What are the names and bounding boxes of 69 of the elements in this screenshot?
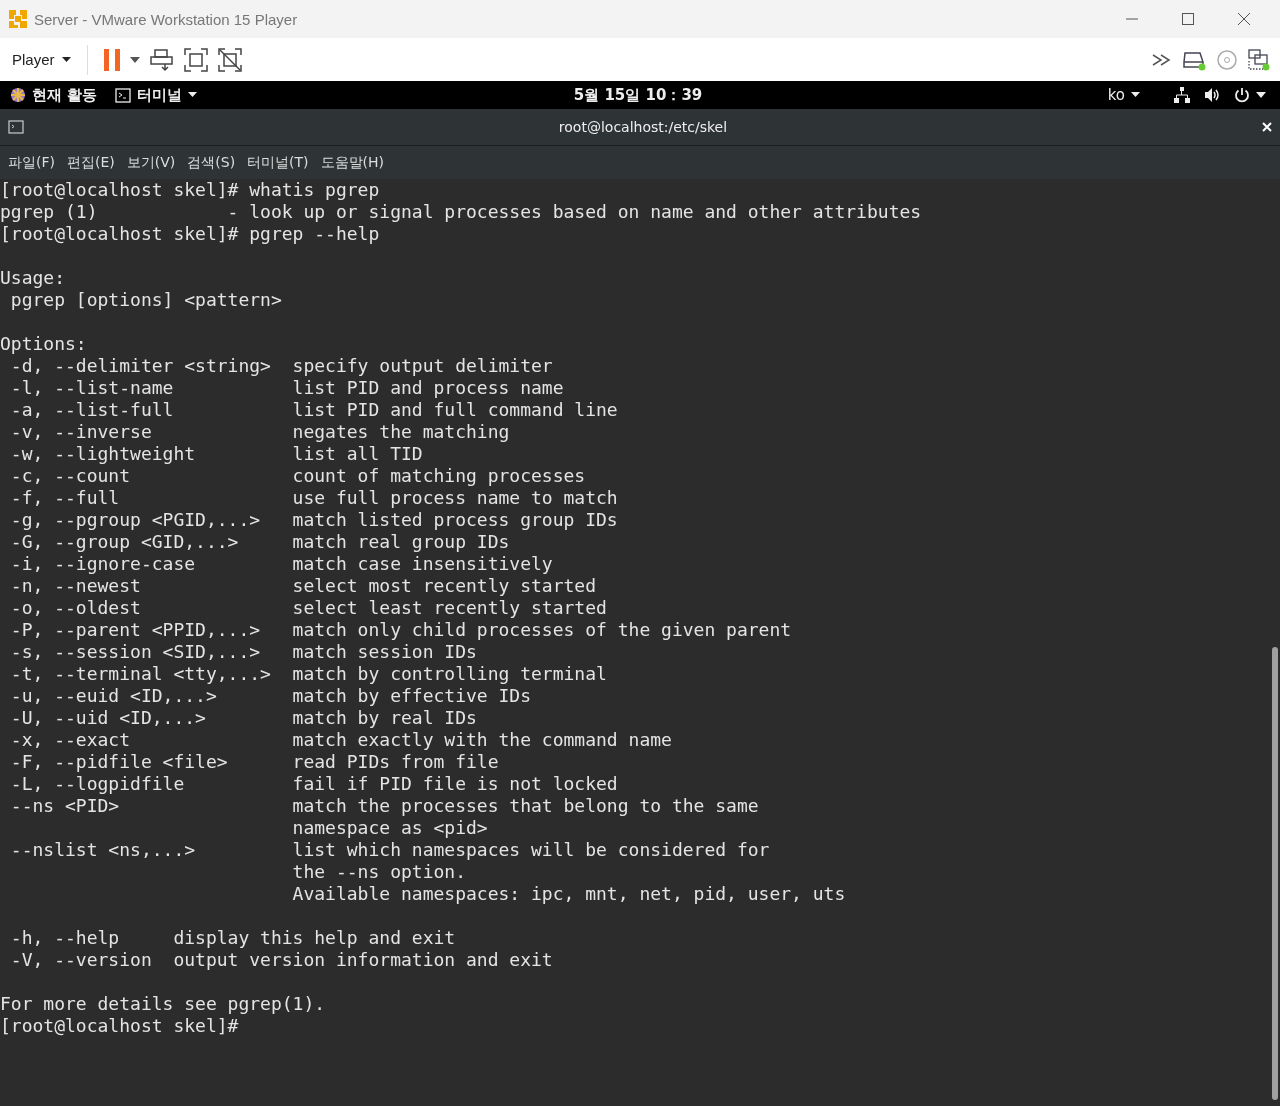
terminal-line: -u, --euid <ID,...> match by effective IDs xyxy=(9,685,531,707)
terminal-line: -L, --logpidfile fail if PID file is not locked xyxy=(9,773,618,795)
network-icon[interactable] xyxy=(1174,87,1190,103)
terminal-line: -V, --version output version information and exit xyxy=(9,949,553,971)
menu-item[interactable]: 편집(E) xyxy=(61,153,121,172)
terminal-line: -a, --list-full list PID and full command line xyxy=(9,399,618,421)
menu-item[interactable]: 도움말(H) xyxy=(314,153,391,172)
volume-icon[interactable] xyxy=(1204,87,1220,103)
terminal-line: namespace as <pid> xyxy=(291,817,488,839)
unity-mode-icon[interactable] xyxy=(217,47,242,72)
terminal-line: Available namespaces: ipc, mnt, net, pid, user, uts xyxy=(291,883,846,905)
terminal-line: --nslist <ns,...> list which namespaces will be considered for xyxy=(9,839,770,861)
terminal-line: the --ns option. xyxy=(291,861,466,883)
app-logo-icon xyxy=(8,9,28,29)
terminal-line: Usage: xyxy=(0,267,66,289)
terminal-icon xyxy=(8,120,24,134)
terminal-line: -i, --ignore-case match case insensitively xyxy=(9,553,553,575)
maximize-icon[interactable] xyxy=(1181,12,1195,26)
input-method-button[interactable]: ko xyxy=(1107,86,1140,104)
window-title: Server - VMware Workstation 15 Player xyxy=(34,10,299,28)
player-menu-button[interactable]: Player xyxy=(12,51,71,68)
terminal-line: -P, --parent <PPID,...> match only child processes of the given parent xyxy=(9,619,792,641)
terminal-line: [root@localhost skel]# xyxy=(0,1015,239,1037)
terminal-line: -d, --delimiter <string> specify output delimiter xyxy=(9,355,553,377)
terminal-line: -x, --exact match exactly with the command name xyxy=(9,729,672,751)
terminal-icon xyxy=(115,87,132,103)
terminal-line: [root@localhost skel]# pgrep --help xyxy=(0,223,380,245)
clock[interactable]: 5월 15일 10：39 xyxy=(573,85,703,105)
terminal-title: root@localhost:/etc/skel xyxy=(558,119,728,135)
power-icon[interactable] xyxy=(1234,87,1250,103)
network-adapter-icon[interactable] xyxy=(1248,48,1270,71)
chevrons-icon[interactable] xyxy=(1152,52,1172,67)
fullscreen-icon[interactable] xyxy=(183,47,208,72)
pause-icon[interactable] xyxy=(103,48,120,71)
flower-logo-icon xyxy=(10,87,26,103)
terminal-line: -l, --list-name list PID and process name xyxy=(9,377,564,399)
terminal-line: -f, --full use full process name to match xyxy=(9,487,618,509)
terminal-line: Options: xyxy=(0,333,87,355)
terminal-line: -G, --group <GID,...> match real group IDs xyxy=(9,531,510,553)
terminal-line: --ns <PID> match the processes that belong to the same xyxy=(9,795,759,817)
caret-icon[interactable] xyxy=(129,56,140,63)
terminal-line: -w, --lightweight list all TID xyxy=(9,443,423,465)
close-icon[interactable] xyxy=(1237,12,1251,26)
menu-item[interactable]: 파일(F) xyxy=(2,153,61,172)
menu-item[interactable]: 보기(V) xyxy=(120,153,182,172)
terminal-line: [root@localhost skel]# whatis pgrep xyxy=(0,179,380,201)
terminal-line: -v, --inverse negates the matching xyxy=(9,421,510,443)
terminal-line: -o, --oldest select least recently started xyxy=(9,597,607,619)
caret-icon xyxy=(188,92,198,98)
terminal-line: -U, --uid <ID,...> match by real IDs xyxy=(9,707,477,729)
terminal-line: -g, --pgroup <PGID,...> match listed process group IDs xyxy=(9,509,618,531)
activities-button[interactable]: 현재 활동 xyxy=(10,85,98,105)
terminal-line: For more details see pgrep(1). xyxy=(0,993,326,1015)
send-keys-icon[interactable] xyxy=(149,47,174,72)
terminal-line: -c, --count count of matching processes xyxy=(9,465,586,487)
terminal-line: -F, --pidfile <file> read PIDs from file xyxy=(9,751,499,773)
menu-item[interactable]: 검색(S) xyxy=(181,153,242,172)
terminal-line: -t, --terminal <tty,...> match by controlling terminal xyxy=(9,663,607,685)
terminal-line: pgrep [options] <pattern> xyxy=(9,289,282,311)
caret-icon xyxy=(61,56,71,63)
menu-item[interactable]: 터미널(T) xyxy=(241,153,315,172)
terminal-line: -s, --session <SID,...> match session IDs xyxy=(9,641,477,663)
terminal-line: -n, --newest select most recently started xyxy=(9,575,597,597)
caret-icon xyxy=(1131,92,1140,98)
caret-icon[interactable] xyxy=(1256,92,1266,98)
app-menu-button[interactable]: 터미널 xyxy=(115,85,198,105)
terminal-line: -h, --help display this help and exit xyxy=(9,927,456,949)
scrollbar-thumb[interactable] xyxy=(1272,647,1278,1100)
terminal-line: pgrep (1) - look up or signal processes based on name and other attributes xyxy=(0,201,922,223)
